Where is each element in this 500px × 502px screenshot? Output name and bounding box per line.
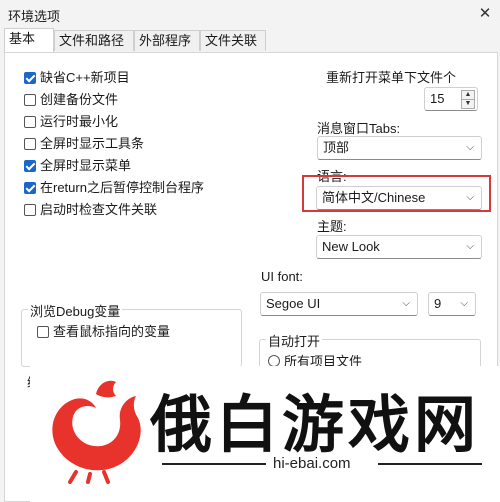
checkbox-box[interactable]	[24, 116, 36, 128]
checkbox-label: 运行时最小化	[40, 114, 119, 129]
spin-down-icon[interactable]: ▼	[461, 99, 475, 109]
checkbox-label: 启动时检查文件关联	[40, 202, 158, 217]
theme-label: 主题:	[317, 219, 347, 234]
checkbox-box[interactable]	[24, 72, 36, 84]
language-value: 简体中文/Chinese	[322, 190, 426, 205]
checkbox-box[interactable]	[24, 160, 36, 172]
checkbox-box[interactable]	[24, 204, 36, 216]
window-title: 环境选项	[8, 9, 61, 24]
tab-external-programs[interactable]: 外部程序	[134, 30, 200, 51]
reopen-count-spinner[interactable]: 15 ▲ ▼	[424, 87, 478, 111]
ui-font-size-value: 9	[434, 296, 442, 311]
reopen-count-label: 重新打开菜单下文件个	[326, 70, 457, 85]
ui-font-size-select[interactable]: 9 ⌵	[428, 292, 476, 316]
language-select[interactable]: 简体中文/Chinese ⌵	[316, 186, 482, 210]
close-icon[interactable]: ✕	[474, 3, 496, 25]
chevron-down-icon: ⌵	[466, 192, 474, 203]
tab-file-associations[interactable]: 文件关联	[200, 30, 266, 51]
debug-group-title: 浏览Debug变量	[28, 301, 123, 320]
title-bar	[0, 0, 500, 28]
watermark-rule-left	[162, 463, 266, 465]
ui-font-label: UI font:	[261, 269, 303, 284]
checkbox-label: 缺省C++新项目	[40, 70, 130, 85]
theme-select[interactable]: New Look ⌵	[316, 235, 482, 259]
autoopen-group-title: 自动打开	[266, 331, 323, 350]
ui-font-family-value: Segoe UI	[266, 296, 321, 311]
watermark-brand: 俄白游戏网	[150, 388, 481, 461]
chevron-down-icon: ⌵	[466, 142, 474, 153]
chevron-down-icon: ⌵	[402, 298, 410, 309]
message-tabs-select[interactable]: 顶部 ⌵	[317, 136, 482, 160]
ui-font-family-select[interactable]: Segoe UI ⌵	[260, 292, 418, 316]
theme-value: New Look	[322, 239, 380, 254]
message-tabs-value: 顶部	[323, 140, 350, 155]
checkbox-box[interactable]	[24, 94, 36, 106]
tab-basic[interactable]: 基本	[4, 28, 54, 52]
chevron-down-icon: ⌵	[460, 298, 468, 309]
checkbox-label: 查看鼠标指向的变量	[53, 324, 171, 339]
message-tabs-label: 消息窗口Tabs:	[317, 121, 401, 136]
chevron-down-icon: ⌵	[466, 241, 474, 252]
checkbox-box[interactable]	[24, 182, 36, 194]
tab-files-paths[interactable]: 文件和路径	[54, 30, 134, 51]
checkbox-label: 全屏时显示工具条	[40, 136, 145, 151]
checkbox-box[interactable]	[24, 138, 36, 150]
checkbox-label: 全屏时显示菜单	[40, 158, 132, 173]
watermark-url: hi-ebai.com	[273, 455, 351, 472]
checkbox-label: 在return之后暂停控制台程序	[40, 180, 204, 195]
checkbox-box[interactable]	[37, 326, 49, 338]
watermark-rule-right	[378, 463, 482, 465]
rooster-logo-icon	[52, 380, 141, 484]
checkbox-label: 创建备份文件	[40, 92, 119, 107]
reopen-count-value: 15	[430, 91, 445, 106]
